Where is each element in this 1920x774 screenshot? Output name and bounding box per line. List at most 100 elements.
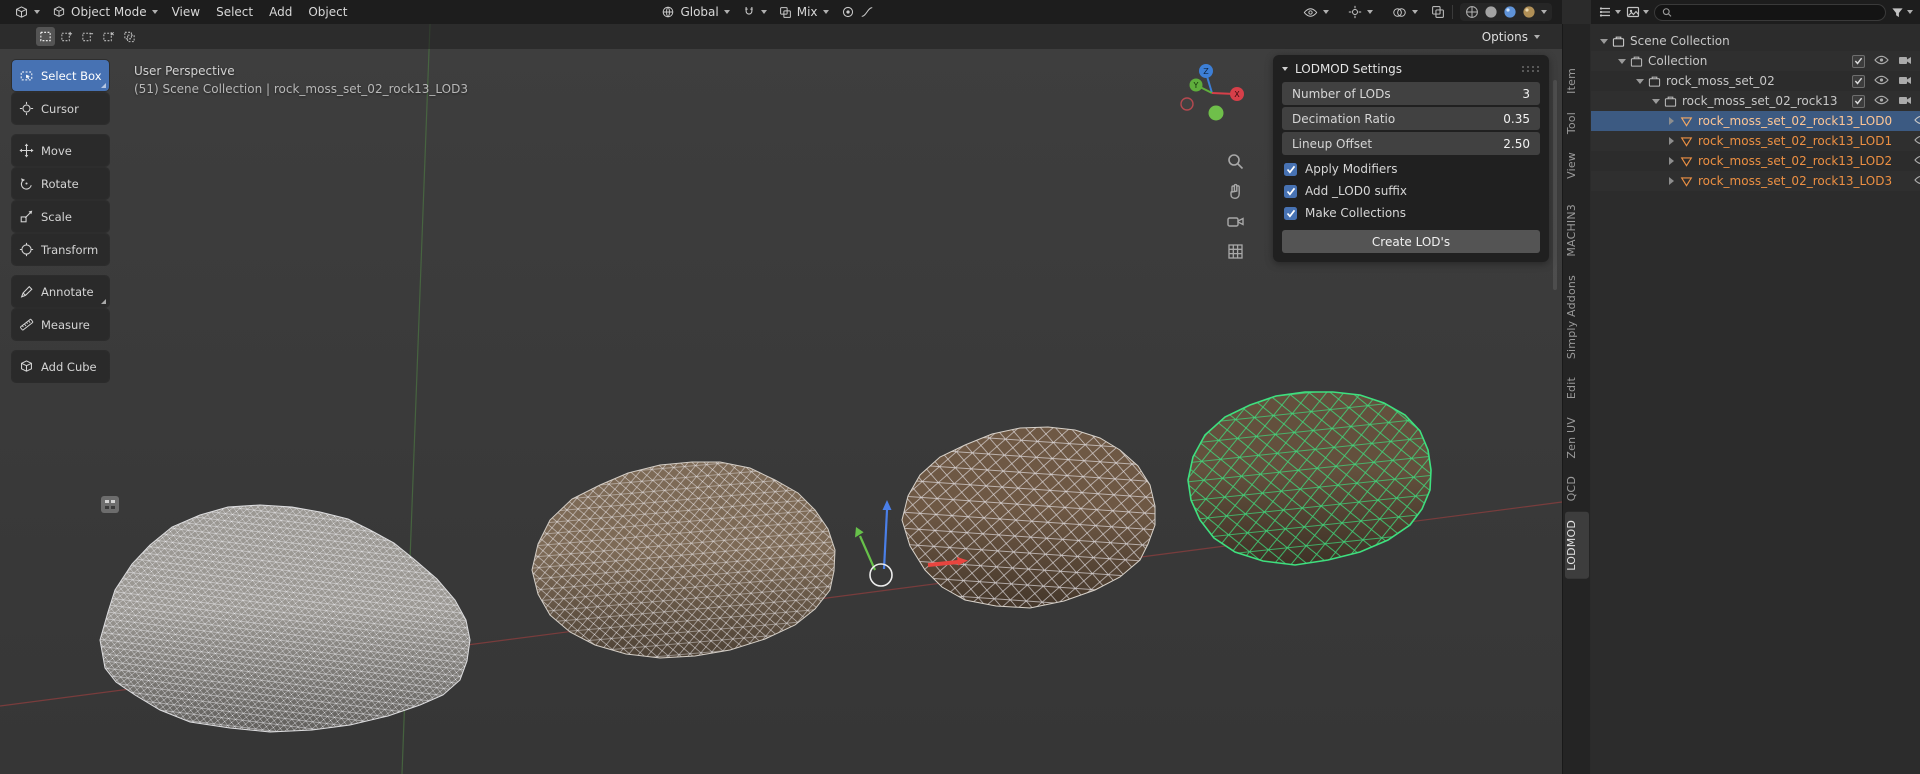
menu-add[interactable]: Add [261, 3, 300, 21]
tab-simply-addons[interactable]: Simply Addons [1565, 267, 1589, 367]
exclude-checkbox[interactable] [1852, 94, 1865, 108]
menu-view[interactable]: View [164, 3, 208, 21]
exclude-checkbox[interactable] [1852, 54, 1865, 68]
outliner-row-scene-collection[interactable]: Scene Collection [1591, 31, 1920, 51]
tab-edit[interactable]: Edit [1565, 369, 1589, 407]
menu-object[interactable]: Object [300, 3, 355, 21]
disclosure-triangle-icon[interactable] [1649, 99, 1662, 104]
disclosure-triangle-icon[interactable] [1665, 117, 1678, 125]
create-lods-button[interactable]: Create LOD's [1282, 230, 1540, 253]
zoom-icon[interactable] [1226, 152, 1245, 171]
gizmo-minus-x-ball[interactable] [1180, 97, 1194, 111]
shading-wireframe-icon[interactable] [1465, 5, 1479, 19]
viewport-canvas[interactable]: Options User Perspective (51) Scene Coll… [0, 24, 1562, 774]
disclosure-triangle-icon[interactable] [1633, 79, 1646, 84]
select-mode-new[interactable] [36, 27, 55, 46]
camera-icon[interactable] [1898, 74, 1912, 89]
tool-transform[interactable]: Transform [12, 234, 109, 265]
eye-icon[interactable] [1914, 114, 1920, 129]
select-mode-intersect[interactable] [120, 27, 139, 46]
eye-icon[interactable] [1874, 94, 1889, 109]
outliner-row-rock13-lod2[interactable]: rock_moss_set_02_rock13_LOD2 [1591, 151, 1920, 171]
rock-lod3-object-selected[interactable] [1187, 391, 1432, 566]
outliner-row-rock13-lod0[interactable]: rock_moss_set_02_rock13_LOD0 [1591, 111, 1920, 131]
viewport-scrollbar[interactable] [1553, 80, 1557, 290]
blend-mode-dropdown[interactable]: Mix [773, 3, 835, 21]
tab-tool[interactable]: Tool [1565, 104, 1589, 142]
checkbox-make-collections[interactable]: Make Collections [1284, 204, 1538, 222]
tool-rotate[interactable]: Rotate [12, 168, 109, 199]
shading-solid-icon[interactable] [1484, 5, 1498, 19]
exclude-checkbox[interactable] [1852, 74, 1865, 88]
visibility-dropdown[interactable] [1297, 3, 1335, 22]
outliner-row-rock-moss-set-02[interactable]: rock_moss_set_02 [1591, 71, 1920, 91]
tab-zen-uv[interactable]: Zen UV [1565, 409, 1589, 467]
xray-toggle-icon[interactable] [1431, 5, 1445, 19]
outliner-display-mode-dropdown[interactable] [1598, 5, 1621, 19]
checkbox-apply-modifiers[interactable]: Apply Modifiers [1284, 160, 1538, 178]
tool-measure[interactable]: Measure [12, 309, 109, 340]
field-lineup-offset[interactable]: Lineup Offset 2.50 [1282, 132, 1540, 155]
outliner-row-rock13-lod3[interactable]: rock_moss_set_02_rock13_LOD3 [1591, 171, 1920, 191]
tool-annotate[interactable]: Annotate [12, 276, 109, 307]
disclosure-triangle-icon[interactable] [1597, 39, 1610, 44]
panel-grip-icon[interactable] [1520, 62, 1540, 76]
tab-item[interactable]: Item [1565, 60, 1589, 102]
tool-add-cube[interactable]: Add Cube [12, 351, 109, 382]
camera-icon[interactable] [1898, 54, 1912, 69]
disclosure-triangle-icon[interactable] [1615, 59, 1628, 64]
viewport-marker-icon[interactable] [101, 496, 119, 513]
disclosure-triangle-icon[interactable] [1665, 137, 1678, 145]
rock-lod0-object[interactable] [99, 504, 471, 733]
eye-icon[interactable] [1914, 134, 1920, 149]
camera-view-icon[interactable] [1226, 212, 1245, 231]
pan-hand-icon[interactable] [1226, 182, 1245, 201]
gizmo-minus-y-ball[interactable] [1208, 105, 1224, 121]
tab-qcd[interactable]: QCD [1565, 468, 1589, 509]
transform-orientation-dropdown[interactable]: Global [655, 3, 735, 21]
select-mode-subtract[interactable] [78, 27, 97, 46]
field-number-of-lods[interactable]: Number of LODs 3 [1282, 82, 1540, 105]
select-mode-extend[interactable] [57, 27, 76, 46]
camera-icon[interactable] [1898, 94, 1912, 109]
tool-move[interactable]: Move [12, 135, 109, 166]
options-dropdown[interactable]: Options [1476, 28, 1546, 46]
search-input[interactable] [1677, 6, 1878, 18]
field-decimation-ratio[interactable]: Decimation Ratio 0.35 [1282, 107, 1540, 130]
shading-material-icon[interactable] [1503, 5, 1517, 19]
outliner-id-filter-dropdown[interactable] [1626, 5, 1649, 19]
menu-select[interactable]: Select [208, 3, 261, 21]
tool-select-box[interactable]: Select Box [12, 60, 109, 91]
outliner-row-rock13-lod1[interactable]: rock_moss_set_02_rock13_LOD1 [1591, 131, 1920, 151]
snapping-dropdown[interactable] [736, 3, 773, 21]
panel-collapse-icon[interactable] [1282, 66, 1288, 71]
navigation-gizmo[interactable]: Z Y X [1178, 58, 1246, 130]
outliner-search-field[interactable] [1654, 3, 1886, 21]
eye-icon[interactable] [1914, 154, 1920, 169]
rock-lod1-object[interactable] [531, 461, 836, 659]
editor-type-dropdown[interactable] [8, 3, 46, 22]
rock-lod2-object[interactable] [901, 426, 1156, 609]
overlays-dropdown[interactable] [1386, 3, 1424, 22]
mode-dropdown[interactable]: Object Mode [46, 3, 164, 21]
tool-scale[interactable]: Scale [12, 201, 109, 232]
disclosure-triangle-icon[interactable] [1665, 177, 1678, 185]
tool-cursor[interactable]: Cursor [12, 93, 109, 124]
eye-icon[interactable] [1874, 54, 1889, 69]
proportional-editing-toggle[interactable] [835, 3, 880, 21]
tab-lodmod[interactable]: LODMOD [1564, 511, 1589, 579]
tab-view[interactable]: View [1565, 144, 1589, 187]
select-mode-invert[interactable] [99, 27, 118, 46]
eye-icon[interactable] [1914, 174, 1920, 189]
shading-rendered-icon[interactable] [1522, 5, 1536, 19]
disclosure-triangle-icon[interactable] [1665, 157, 1678, 165]
outliner-row-collection[interactable]: Collection [1591, 51, 1920, 71]
eye-icon[interactable] [1874, 74, 1889, 89]
outliner-row-rock13[interactable]: rock_moss_set_02_rock13 [1591, 91, 1920, 111]
filter-dropdown[interactable] [1891, 6, 1913, 19]
lodmod-panel-header[interactable]: LODMOD Settings [1273, 55, 1549, 82]
checkbox-add-lod0-suffix[interactable]: Add _LOD0 suffix [1284, 182, 1538, 200]
gizmos-dropdown[interactable] [1342, 3, 1379, 21]
orthographic-toggle-icon[interactable] [1226, 242, 1245, 261]
tab-machin3[interactable]: MACHIN3 [1565, 196, 1589, 265]
